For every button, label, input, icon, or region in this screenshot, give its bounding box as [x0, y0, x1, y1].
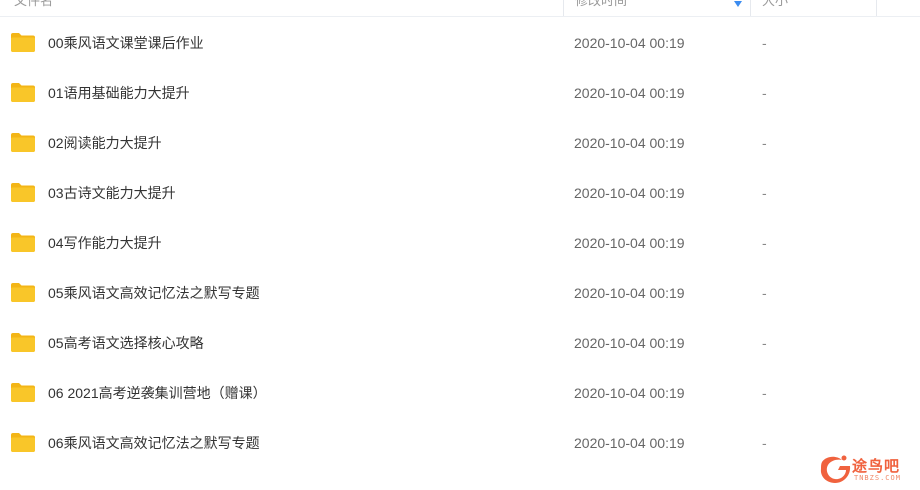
header-size[interactable]: 大小 — [762, 0, 862, 16]
file-row[interactable]: 02阅读能力大提升 2020-10-04 00:19 - — [0, 118, 920, 168]
file-list: 00乘风语文课堂课后作业 2020-10-04 00:19 - 01语用基础能力… — [0, 18, 920, 468]
folder-icon — [11, 283, 35, 302]
file-size: - — [762, 185, 767, 201]
file-modified-time: 2020-10-04 00:19 — [574, 285, 685, 301]
watermark: 途鸟吧 TNBZS.COM — [818, 452, 914, 486]
file-size: - — [762, 235, 767, 251]
file-browser-window: 文件名 修改时间 大小 00乘风语文课堂课后作业 2020-10-04 00:1… — [0, 0, 920, 490]
folder-icon — [11, 233, 35, 252]
watermark-logo-icon — [820, 455, 851, 483]
file-row[interactable]: 05乘风语文高效记忆法之默写专题 2020-10-04 00:19 - — [0, 268, 920, 318]
file-modified-time: 2020-10-04 00:19 — [574, 335, 685, 351]
file-size: - — [762, 435, 767, 451]
folder-icon — [11, 333, 35, 352]
sort-desc-icon[interactable] — [733, 0, 743, 8]
header-separator[interactable] — [750, 0, 751, 16]
file-name[interactable]: 03古诗文能力大提升 — [48, 168, 176, 218]
file-modified-time: 2020-10-04 00:19 — [574, 385, 685, 401]
file-modified-time: 2020-10-04 00:19 — [574, 35, 685, 51]
watermark-subtext: TNBZS.COM — [854, 474, 901, 482]
header-name[interactable]: 文件名 — [14, 0, 554, 16]
file-row[interactable]: 04写作能力大提升 2020-10-04 00:19 - — [0, 218, 920, 268]
header-modified-time[interactable]: 修改时间 — [575, 0, 725, 16]
header-separator[interactable] — [563, 0, 564, 16]
file-name[interactable]: 05乘风语文高效记忆法之默写专题 — [48, 268, 260, 318]
file-name[interactable]: 06乘风语文高效记忆法之默写专题 — [48, 418, 260, 468]
file-size: - — [762, 285, 767, 301]
folder-icon — [11, 83, 35, 102]
file-name[interactable]: 01语用基础能力大提升 — [48, 68, 190, 118]
file-row[interactable]: 05高考语文选择核心攻略 2020-10-04 00:19 - — [0, 318, 920, 368]
header-separator[interactable] — [876, 0, 877, 16]
file-modified-time: 2020-10-04 00:19 — [574, 135, 685, 151]
folder-icon — [11, 183, 35, 202]
file-modified-time: 2020-10-04 00:19 — [574, 435, 685, 451]
file-size: - — [762, 135, 767, 151]
column-header: 文件名 修改时间 大小 — [0, 0, 920, 17]
file-size: - — [762, 85, 767, 101]
file-row[interactable]: 01语用基础能力大提升 2020-10-04 00:19 - — [0, 68, 920, 118]
file-row[interactable]: 06 2021高考逆袭集训营地（赠课） 2020-10-04 00:19 - — [0, 368, 920, 418]
file-modified-time: 2020-10-04 00:19 — [574, 85, 685, 101]
file-name[interactable]: 02阅读能力大提升 — [48, 118, 162, 168]
file-size: - — [762, 35, 767, 51]
file-row[interactable]: 00乘风语文课堂课后作业 2020-10-04 00:19 - — [0, 18, 920, 68]
file-size: - — [762, 335, 767, 351]
file-size: - — [762, 385, 767, 401]
folder-icon — [11, 33, 35, 52]
folder-icon — [11, 133, 35, 152]
file-name[interactable]: 00乘风语文课堂课后作业 — [48, 18, 204, 68]
file-modified-time: 2020-10-04 00:19 — [574, 235, 685, 251]
watermark-text: 途鸟吧 — [852, 458, 901, 475]
file-name[interactable]: 06 2021高考逆袭集训营地（赠课） — [48, 368, 267, 418]
file-name[interactable]: 04写作能力大提升 — [48, 218, 162, 268]
file-row[interactable]: 06乘风语文高效记忆法之默写专题 2020-10-04 00:19 - — [0, 418, 920, 468]
file-row[interactable]: 03古诗文能力大提升 2020-10-04 00:19 - — [0, 168, 920, 218]
folder-icon — [11, 433, 35, 452]
file-name[interactable]: 05高考语文选择核心攻略 — [48, 318, 204, 368]
folder-icon — [11, 383, 35, 402]
file-modified-time: 2020-10-04 00:19 — [574, 185, 685, 201]
